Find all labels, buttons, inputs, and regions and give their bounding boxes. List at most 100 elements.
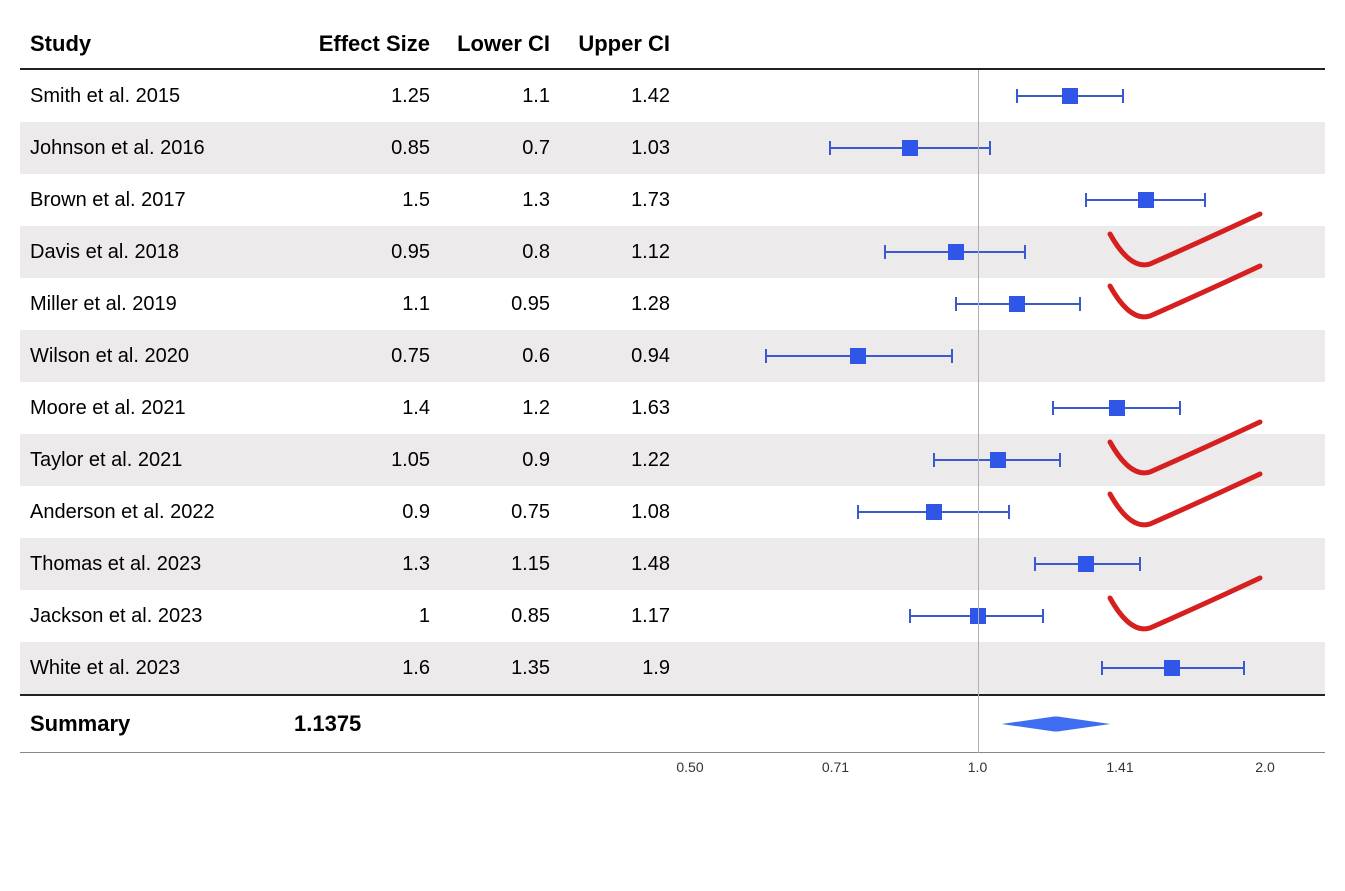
upper-ci-value: 1.28	[560, 293, 680, 316]
forest-plot-cell	[680, 590, 1325, 642]
forest-plot-cell	[680, 434, 1325, 486]
study-name: Taylor et al. 2021	[20, 449, 270, 472]
effect-size-value: 1.25	[270, 85, 440, 108]
lower-ci-value: 1.35	[440, 657, 560, 680]
effect-point-icon	[1062, 88, 1078, 104]
table-row: Thomas et al. 20231.31.151.48	[20, 538, 1325, 590]
ci-whisker	[951, 349, 953, 363]
effect-size-value: 0.9	[270, 501, 440, 524]
forest-plot-cell	[680, 382, 1325, 434]
lower-ci-value: 1.1	[440, 85, 560, 108]
header-lower-ci: Lower CI	[440, 31, 560, 57]
upper-ci-value: 1.9	[560, 657, 680, 680]
forest-plot-cell	[680, 226, 1325, 278]
forest-plot-cell	[680, 538, 1325, 590]
effect-size-value: 0.95	[270, 241, 440, 264]
summary-diamond-icon	[1002, 716, 1111, 731]
table-row: Moore et al. 20211.41.21.63	[20, 382, 1325, 434]
forest-plot-cell	[680, 174, 1325, 226]
lower-ci-value: 0.75	[440, 501, 560, 524]
ci-whisker	[765, 349, 767, 363]
header-plot-area	[680, 20, 1325, 68]
ci-whisker	[909, 609, 911, 623]
effect-point-icon	[1109, 400, 1125, 416]
study-name: Thomas et al. 2023	[20, 553, 270, 576]
ci-whisker	[1079, 297, 1081, 311]
effect-point-icon	[1078, 556, 1094, 572]
header-study: Study	[20, 31, 270, 57]
effect-size-value: 1.4	[270, 397, 440, 420]
table-body: Smith et al. 20151.251.11.42Johnson et a…	[20, 70, 1325, 694]
effect-point-icon	[1138, 192, 1154, 208]
effect-size-value: 1.05	[270, 449, 440, 472]
ci-whisker	[955, 297, 957, 311]
effect-size-value: 0.75	[270, 345, 440, 368]
lower-ci-value: 0.85	[440, 605, 560, 628]
effect-point-icon	[948, 244, 964, 260]
header-effect-size: Effect Size	[270, 31, 440, 57]
x-axis: 0.500.711.01.412.0	[20, 753, 1325, 783]
summary-label: Summary	[20, 711, 270, 737]
ci-whisker	[1204, 193, 1206, 207]
upper-ci-value: 1.42	[560, 85, 680, 108]
study-name: Anderson et al. 2022	[20, 501, 270, 524]
axis-tick: 1.41	[1106, 759, 1133, 775]
effect-point-icon	[926, 504, 942, 520]
upper-ci-value: 1.08	[560, 501, 680, 524]
effect-size-value: 1.1	[270, 293, 440, 316]
lower-ci-value: 1.15	[440, 553, 560, 576]
study-name: Jackson et al. 2023	[20, 605, 270, 628]
summary-effect-size: 1.1375	[270, 711, 464, 737]
ci-whisker	[1008, 505, 1010, 519]
study-name: Johnson et al. 2016	[20, 137, 270, 160]
effect-point-icon	[970, 608, 986, 624]
study-name: White et al. 2023	[20, 657, 270, 680]
ci-whisker	[857, 505, 859, 519]
forest-plot-cell	[680, 330, 1325, 382]
forest-plot-cell	[680, 642, 1325, 694]
lower-ci-value: 0.8	[440, 241, 560, 264]
table-row: Anderson et al. 20220.90.751.08	[20, 486, 1325, 538]
ci-whisker	[1101, 661, 1103, 675]
effect-size-value: 0.85	[270, 137, 440, 160]
study-name: Davis et al. 2018	[20, 241, 270, 264]
table-row: White et al. 20231.61.351.9	[20, 642, 1325, 694]
ci-whisker	[1016, 89, 1018, 103]
effect-point-icon	[1009, 296, 1025, 312]
ci-whisker	[1052, 401, 1054, 415]
table-header-row: Study Effect Size Lower CI Upper CI	[20, 20, 1325, 70]
lower-ci-value: 1.2	[440, 397, 560, 420]
forest-plot-cell	[680, 278, 1325, 330]
lower-ci-value: 0.6	[440, 345, 560, 368]
ci-whisker	[933, 453, 935, 467]
effect-size-value: 1.5	[270, 189, 440, 212]
upper-ci-value: 1.03	[560, 137, 680, 160]
ci-whisker	[1034, 557, 1036, 571]
effect-size-value: 1	[270, 605, 440, 628]
study-name: Wilson et al. 2020	[20, 345, 270, 368]
forest-plot-cell	[680, 70, 1325, 122]
ci-whisker	[1179, 401, 1181, 415]
study-name: Brown et al. 2017	[20, 189, 270, 212]
study-name: Miller et al. 2019	[20, 293, 270, 316]
axis-tick: 0.50	[676, 759, 703, 775]
header-upper-ci: Upper CI	[560, 31, 680, 57]
upper-ci-value: 1.22	[560, 449, 680, 472]
effect-point-icon	[902, 140, 918, 156]
forest-plot: Study Effect Size Lower CI Upper CI Smit…	[20, 20, 1325, 783]
table-row: Miller et al. 20191.10.951.28	[20, 278, 1325, 330]
effect-size-value: 1.6	[270, 657, 440, 680]
forest-plot-cell	[680, 122, 1325, 174]
summary-row: Summary 1.1375	[20, 694, 1325, 753]
ci-whisker	[1085, 193, 1087, 207]
ci-whisker	[1042, 609, 1044, 623]
axis-tick: 2.0	[1255, 759, 1274, 775]
effect-point-icon	[990, 452, 1006, 468]
table-row: Taylor et al. 20211.050.91.22	[20, 434, 1325, 486]
table-row: Jackson et al. 202310.851.17	[20, 590, 1325, 642]
axis-tick: 0.71	[822, 759, 849, 775]
table-row: Brown et al. 20171.51.31.73	[20, 174, 1325, 226]
effect-size-value: 1.3	[270, 553, 440, 576]
ci-whisker	[989, 141, 991, 155]
ci-whisker	[884, 245, 886, 259]
